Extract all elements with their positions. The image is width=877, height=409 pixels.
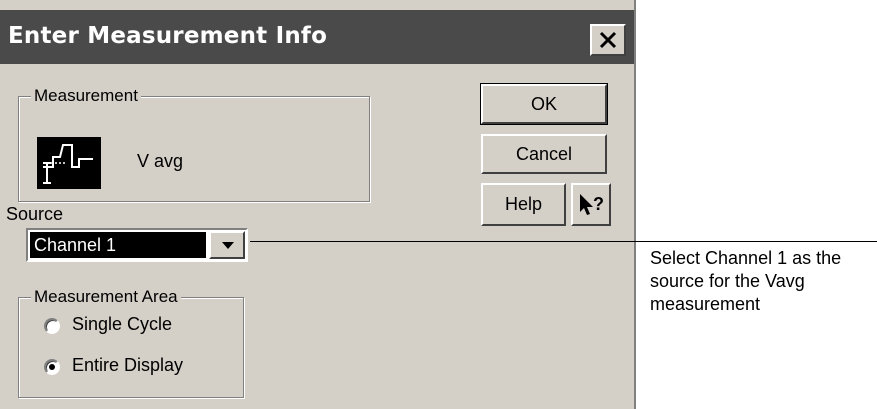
title-bar[interactable]: Enter Measurement Info [0, 10, 634, 64]
callout-line-1: Select Channel 1 as the [650, 248, 842, 268]
whats-this-button[interactable]: ? [571, 183, 611, 226]
ok-button-label: OK [530, 93, 557, 114]
callout-leader-line [250, 241, 877, 242]
measurement-area-group: Measurement Area [18, 287, 244, 398]
radio-single-cycle-label: Single Cycle [72, 314, 173, 334]
ok-button[interactable]: OK [480, 83, 608, 125]
measurement-name: V avg [137, 151, 184, 171]
measurement-group-label: Measurement [31, 86, 141, 106]
svg-text:?: ? [593, 194, 604, 214]
measurement-area-group-label: Measurement Area [31, 287, 181, 307]
cancel-button-label: Cancel [515, 143, 573, 164]
vavg-waveform-icon [37, 137, 101, 189]
help-button[interactable]: Help [481, 183, 566, 226]
callout-line-3: measurement [650, 294, 761, 314]
source-selected-value: Channel 1 [30, 232, 206, 258]
dialog-title: Enter Measurement Info [8, 23, 328, 49]
source-dropdown-button[interactable] [209, 231, 245, 259]
radio-entire-display-button[interactable] [44, 359, 60, 375]
cancel-button[interactable]: Cancel [481, 134, 607, 174]
measurement-dialog: Enter Measurement Info Measurement V avg… [0, 0, 636, 409]
callout-text: Select Channel 1 as the source for the V… [650, 247, 876, 316]
whats-this-icon: ? [580, 193, 604, 215]
source-label: Source [6, 204, 64, 224]
measurement-group: Measurement V avg [18, 86, 370, 202]
radio-entire-display-label: Entire Display [72, 355, 184, 375]
callout-line-2: source for the Vavg [650, 271, 805, 291]
chevron-down-icon [222, 242, 234, 249]
radio-single-cycle-button[interactable] [44, 318, 60, 334]
source-select[interactable]: Channel 1 [26, 228, 248, 262]
help-button-label: Help [504, 194, 543, 214]
close-icon [599, 31, 617, 49]
close-button[interactable] [590, 24, 626, 56]
